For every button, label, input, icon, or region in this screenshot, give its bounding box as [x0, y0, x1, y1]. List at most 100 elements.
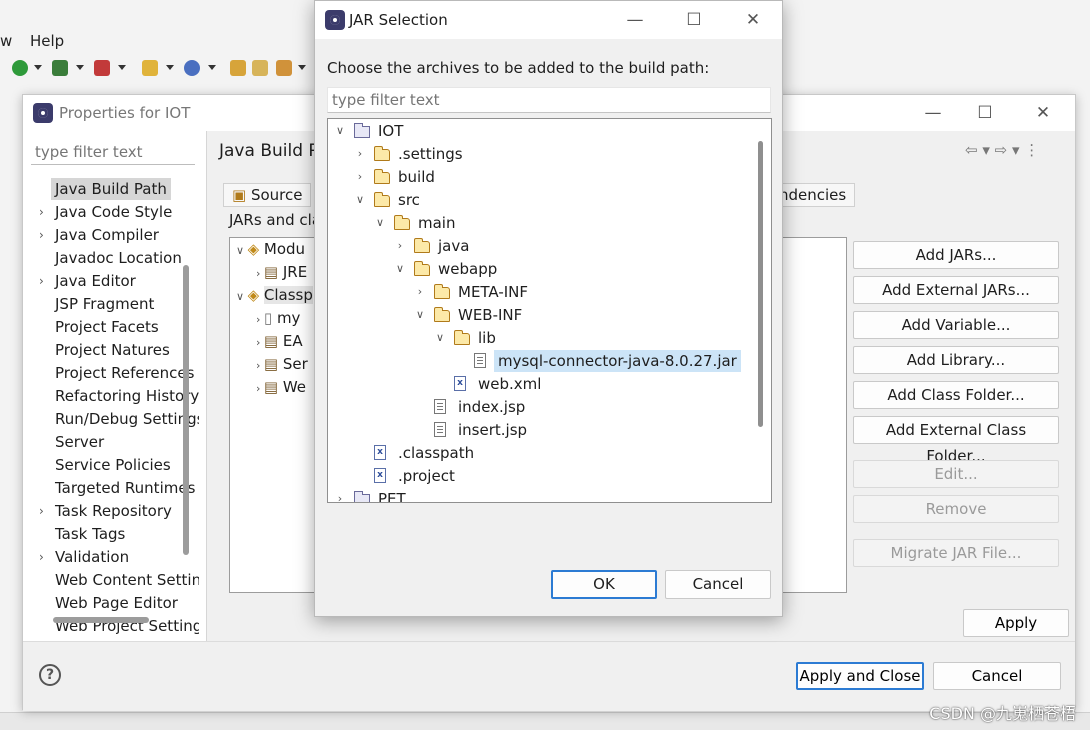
nav-vertical-scrollbar[interactable] [183, 265, 189, 555]
chevron-down-icon[interactable]: ∨ [414, 304, 426, 326]
tree-node-lib[interactable]: ∨ lib [328, 327, 768, 349]
search-tool-icon[interactable] [276, 60, 292, 76]
tree-node-meta-inf[interactable]: › META-INF [328, 281, 768, 303]
tree-node-java[interactable]: › java [328, 235, 768, 257]
tree-node-pet[interactable]: › PET [328, 488, 768, 502]
chevron-down-icon[interactable] [34, 65, 42, 70]
nav-item-java-editor[interactable]: Java Editor [55, 270, 136, 292]
nav-item-web-page-editor[interactable]: Web Page Editor [55, 592, 178, 614]
nav-item-run-debug-settings[interactable]: Run/Debug Settings [55, 408, 199, 430]
tree-node-settings[interactable]: › .settings [328, 143, 768, 165]
chevron-down-icon[interactable]: ∨ [354, 189, 366, 211]
properties-filter-input[interactable] [31, 139, 195, 165]
jar-cancel-button[interactable]: Cancel [665, 570, 771, 599]
add-class-folder-button[interactable]: Add Class Folder... [853, 381, 1059, 409]
tree-item-mysql-jar[interactable]: › ▯ my [256, 307, 300, 329]
chevron-right-icon[interactable]: › [354, 143, 366, 165]
tree-item-classpath[interactable]: ∨ ◈ Classp [236, 284, 313, 306]
nav-item-validation[interactable]: Validation [55, 546, 129, 568]
debug-icon[interactable] [52, 60, 68, 76]
chevron-right-icon[interactable]: › [414, 281, 426, 303]
chevron-right-icon[interactable]: › [334, 488, 346, 502]
chevron-down-icon[interactable] [208, 65, 216, 70]
cancel-button[interactable]: Cancel [933, 662, 1061, 690]
minimize-icon[interactable]: — [913, 101, 953, 125]
tree-node-build[interactable]: › build [328, 166, 768, 188]
apply-button[interactable]: Apply [963, 609, 1069, 637]
add-variable-button[interactable]: Add Variable... [853, 311, 1059, 339]
chevron-down-icon[interactable] [166, 65, 174, 70]
chevron-right-icon[interactable]: › [39, 201, 49, 223]
chevron-right-icon[interactable]: › [39, 270, 49, 292]
add-library-button[interactable]: Add Library... [853, 346, 1059, 374]
tree-node-web-inf[interactable]: ∨ WEB-INF [328, 304, 768, 326]
chevron-down-icon[interactable] [298, 65, 306, 70]
migrate-jar-button[interactable]: Migrate JAR File... [853, 539, 1059, 567]
open-type-icon[interactable] [230, 60, 246, 76]
chevron-right-icon[interactable]: › [354, 166, 366, 188]
tree-node-project[interactable]: x .project [328, 465, 768, 487]
chevron-down-icon[interactable]: ∨ [334, 120, 346, 142]
chevron-down-icon[interactable]: ∨ [434, 327, 446, 349]
add-external-jars-button[interactable]: Add External JARs... [853, 276, 1059, 304]
close-icon[interactable]: ✕ [1023, 101, 1063, 125]
nav-item-java-build-path[interactable]: Java Build Path [51, 178, 171, 200]
nav-item-jsp-fragment[interactable]: JSP Fragment [55, 293, 154, 315]
tree-node-classpath[interactable]: x .classpath [328, 442, 768, 464]
chevron-down-icon[interactable] [118, 65, 126, 70]
minimize-icon[interactable]: — [615, 8, 655, 32]
open-folder-icon[interactable] [252, 60, 268, 76]
chevron-right-icon[interactable]: › [394, 235, 406, 257]
nav-item-java-compiler[interactable]: Java Compiler [55, 224, 159, 246]
tree-node-mysql-connector-java-8-0-27-jar[interactable]: mysql-connector-java-8.0.27.jar [328, 350, 768, 372]
tree-item-ear-libraries[interactable]: › ▤ EA [256, 330, 303, 352]
tab-dependencies[interactable]: ndencies [771, 183, 856, 207]
tree-item-jre[interactable]: › ▤ JRE [256, 261, 307, 283]
nav-item-targeted-runtimes[interactable]: Targeted Runtimes [55, 477, 195, 499]
nav-item-refactoring-history[interactable]: Refactoring History [55, 385, 199, 407]
tree-node-src[interactable]: ∨ src [328, 189, 768, 211]
menu-window[interactable]: w [0, 32, 12, 50]
jar-filter-input[interactable] [327, 87, 771, 113]
nav-item-project-facets[interactable]: Project Facets [55, 316, 159, 338]
jar-archive-tree[interactable]: ∨ IOT › .settings › build ∨ src ∨ main › java ∨ webap… [327, 118, 772, 503]
nav-item-project-references[interactable]: Project References [55, 362, 194, 384]
history-nav[interactable]: ⇦ ▾ ⇨ ▾ ⋮ [965, 141, 1039, 159]
tree-node-index-jsp[interactable]: index.jsp [328, 396, 768, 418]
add-jars-button[interactable]: Add JARs... [853, 241, 1059, 269]
tree-item-web-app-libraries[interactable]: › ▤ We [256, 376, 306, 398]
nav-item-javadoc-location[interactable]: Javadoc Location [55, 247, 182, 269]
chevron-right-icon[interactable]: › [39, 500, 49, 522]
nav-item-service-policies[interactable]: Service Policies [55, 454, 171, 476]
nav-item-java-code-style[interactable]: Java Code Style [55, 201, 172, 223]
nav-item-web-content-settings[interactable]: Web Content Settings [55, 569, 199, 591]
nav-item-server[interactable]: Server [55, 431, 104, 453]
new-class-icon[interactable] [184, 60, 200, 76]
menu-help[interactable]: Help [30, 32, 64, 50]
add-external-class-folder-button[interactable]: Add External Class Folder... [853, 416, 1059, 465]
chevron-down-icon[interactable] [76, 65, 84, 70]
tree-node-main[interactable]: ∨ main [328, 212, 768, 234]
tree-node-webapp[interactable]: ∨ webapp [328, 258, 768, 280]
nav-item-task-repository[interactable]: Task Repository [55, 500, 172, 522]
external-tools-icon[interactable] [94, 60, 110, 76]
remove-button[interactable]: Remove [853, 495, 1059, 523]
jar-tree-scrollbar[interactable] [758, 141, 763, 427]
chevron-down-icon[interactable]: ∨ [394, 258, 406, 280]
run-icon[interactable] [12, 60, 28, 76]
tree-node-web-xml[interactable]: x web.xml [328, 373, 768, 395]
apply-and-close-button[interactable]: Apply and Close [796, 662, 924, 690]
nav-horizontal-scrollbar[interactable] [53, 617, 149, 623]
tree-node-iot[interactable]: ∨ IOT [328, 120, 768, 142]
edit-button[interactable]: Edit... [853, 460, 1059, 488]
tab-source[interactable]: ▣ Source [223, 183, 312, 207]
ok-button[interactable]: OK [551, 570, 657, 599]
close-icon[interactable]: ✕ [733, 8, 773, 32]
maximize-icon[interactable]: ☐ [674, 8, 714, 32]
tree-item-server-runtime[interactable]: › ▤ Ser [256, 353, 308, 375]
tree-item-modulepath[interactable]: ∨ ◈ Modu [236, 238, 305, 260]
tree-node-insert-jsp[interactable]: insert.jsp [328, 419, 768, 441]
maximize-icon[interactable]: ☐ [965, 101, 1005, 125]
new-wizard-icon[interactable] [142, 60, 158, 76]
help-icon[interactable]: ? [39, 664, 61, 686]
